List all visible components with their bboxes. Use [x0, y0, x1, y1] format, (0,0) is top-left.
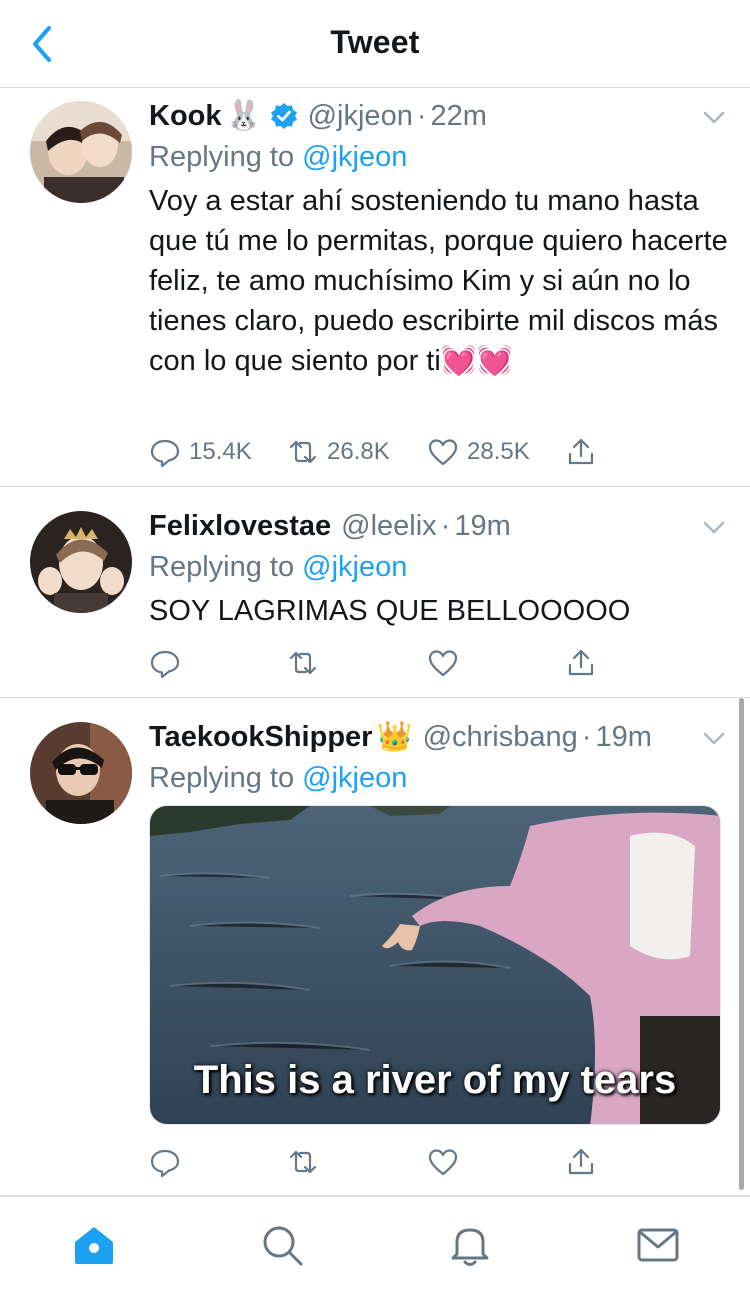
replying-to-link[interactable]: @jkjeon — [302, 141, 407, 173]
tweet-media-image[interactable]: This is a river of my tears — [149, 805, 721, 1125]
replying-to-label: Replying to — [149, 141, 295, 173]
separator-dot: · — [416, 99, 427, 132]
retweet-button[interactable] — [287, 647, 427, 679]
like-button[interactable] — [427, 1146, 565, 1178]
tab-search[interactable] — [258, 1221, 306, 1269]
reply-icon — [150, 1149, 180, 1178]
name-emoji: 🐰 — [225, 100, 262, 132]
chevron-down-icon[interactable] — [700, 103, 728, 131]
tweet-text: SOY LAGRIMAS QUE BELLOOOOO — [149, 595, 631, 627]
avatar[interactable] — [30, 101, 132, 203]
home-icon — [75, 1227, 113, 1264]
reply-icon — [150, 439, 180, 468]
retweet-icon — [289, 1150, 317, 1174]
reply-icon — [150, 650, 180, 679]
avatar[interactable] — [30, 722, 132, 824]
display-name[interactable]: TaekookShipper — [149, 721, 372, 754]
retweet-icon — [289, 440, 317, 464]
timestamp: 19m — [595, 720, 652, 753]
replying-to-label: Replying to — [149, 551, 295, 583]
tweet-felixlovestae[interactable]: Felixlovestae @leelix · 19m Replying to … — [0, 487, 750, 698]
replying-to-label: Replying to — [149, 762, 295, 794]
heart-icon — [428, 439, 458, 466]
bell-icon — [451, 1228, 489, 1266]
share-button[interactable] — [565, 1146, 597, 1178]
reply-count: 15.4K — [189, 438, 252, 465]
share-icon — [568, 649, 594, 676]
reply-button[interactable]: 15.4K — [149, 436, 287, 468]
handle[interactable]: @jkjeon — [308, 100, 413, 133]
handle[interactable]: @chrisbang — [423, 721, 578, 754]
tab-notifications[interactable] — [446, 1221, 494, 1269]
replying-to: Replying to @jkjeon — [149, 758, 728, 798]
replying-to-link[interactable]: @jkjeon — [302, 762, 407, 794]
scrollbar[interactable] — [739, 698, 744, 1190]
separator-dot: · — [440, 509, 451, 542]
like-button[interactable] — [427, 647, 565, 679]
like-count: 28.5K — [467, 438, 530, 465]
share-button[interactable] — [565, 436, 597, 468]
like-button[interactable]: 28.5K — [427, 436, 565, 468]
timestamp: 19m — [454, 509, 511, 542]
meme-caption: This is a river of my tears — [193, 1058, 677, 1102]
heart-icon — [428, 650, 458, 677]
verified-badge-icon — [270, 103, 297, 129]
timestamp: 22m — [430, 99, 487, 132]
reply-button[interactable] — [149, 647, 287, 679]
handle[interactable]: @leelix — [341, 510, 437, 543]
reply-button[interactable] — [149, 1146, 287, 1178]
replying-to: Replying to @jkjeon — [149, 137, 728, 177]
display-name[interactable]: Felixlovestae — [149, 510, 331, 543]
tweet-taekookshipper[interactable]: TaekookShipper 👑 @chrisbang · 19m Replyi… — [0, 698, 750, 1196]
top-bar: Tweet — [0, 0, 750, 88]
tweet-kook[interactable]: Kook 🐰 @jkjeon · 22m Replying to @jkjeon… — [0, 89, 750, 487]
name-emoji: 👑 — [376, 721, 413, 753]
share-icon — [568, 1148, 594, 1175]
search-icon — [263, 1226, 303, 1266]
retweet-button[interactable]: 26.8K — [287, 436, 427, 468]
share-button[interactable] — [565, 647, 597, 679]
tab-messages[interactable] — [634, 1221, 682, 1269]
avatar[interactable] — [30, 511, 132, 613]
replying-to: Replying to @jkjeon — [149, 547, 728, 587]
retweet-count: 26.8K — [327, 438, 390, 465]
retweet-button[interactable] — [287, 1146, 427, 1178]
tweet-text: Voy a estar ahí sosteniendo tu mano hast… — [149, 185, 728, 377]
heart-icon — [428, 1149, 458, 1176]
chevron-down-icon[interactable] — [700, 724, 728, 752]
chevron-down-icon[interactable] — [700, 513, 728, 541]
page-title: Tweet — [330, 24, 420, 60]
bottom-tab-bar — [0, 1196, 750, 1294]
replying-to-link[interactable]: @jkjeon — [302, 551, 407, 583]
separator-dot: · — [581, 720, 592, 753]
share-icon — [568, 438, 594, 465]
mail-icon — [637, 1228, 679, 1262]
tab-home[interactable] — [70, 1221, 118, 1269]
retweet-icon — [289, 651, 317, 675]
display-name[interactable]: Kook — [149, 100, 222, 133]
